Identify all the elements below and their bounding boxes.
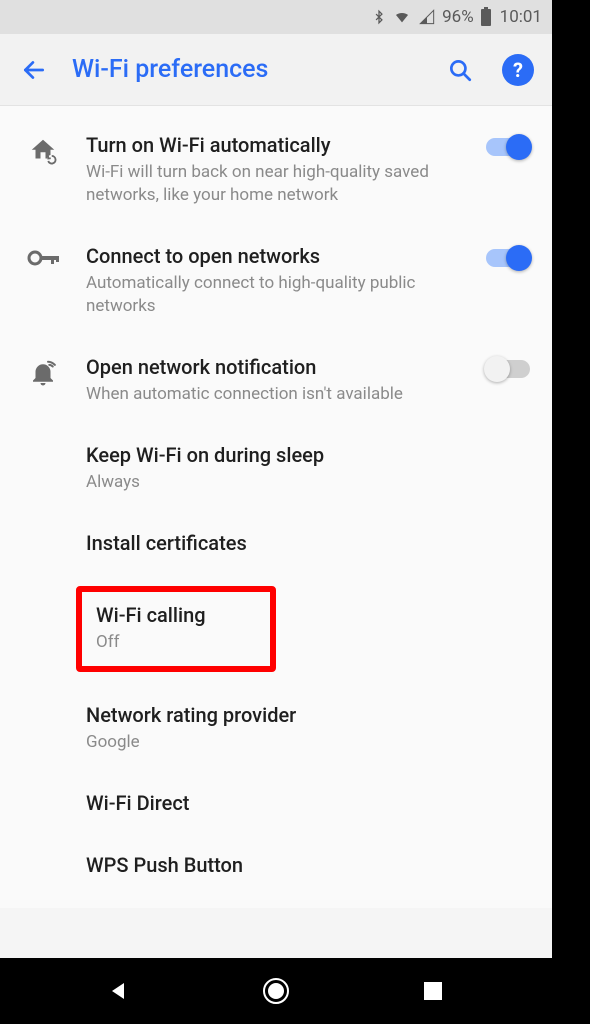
help-button[interactable]: ? <box>498 50 538 90</box>
toggle-open-networks[interactable] <box>486 249 530 267</box>
setting-install-certificates[interactable]: Install certificates <box>0 512 552 574</box>
setting-title: Connect to open networks <box>86 243 472 269</box>
bell-wifi-icon <box>0 354 86 388</box>
setting-wps-push[interactable]: WPS Push Button <box>0 834 552 908</box>
setting-title: Install certificates <box>86 530 472 556</box>
phone-frame: 96% 10:01 Wi-Fi preferences ? <box>0 0 552 1024</box>
nav-home-button[interactable] <box>252 967 300 1015</box>
app-bar: Wi-Fi preferences ? <box>0 34 552 106</box>
setting-title: Open network notification <box>86 354 472 380</box>
setting-wifi-direct[interactable]: Wi-Fi Direct <box>0 772 552 834</box>
setting-title: Turn on Wi-Fi automatically <box>86 132 472 158</box>
wifi-icon <box>392 9 412 25</box>
setting-rating-provider[interactable]: Network rating provider Google <box>0 684 552 772</box>
nav-back-button[interactable] <box>95 967 143 1015</box>
toggle-open-notification[interactable] <box>486 360 530 378</box>
setting-title: WPS Push Button <box>86 852 472 878</box>
setting-wifi-calling[interactable]: Wi-Fi calling Off <box>0 574 552 684</box>
setting-subtitle: When automatic connection isn't availabl… <box>86 383 472 406</box>
back-button[interactable] <box>14 50 54 90</box>
setting-title: Keep Wi-Fi on during sleep <box>86 442 472 468</box>
setting-auto-wifi[interactable]: Turn on Wi-Fi automatically Wi-Fi will t… <box>0 114 552 225</box>
setting-subtitle: Off <box>96 631 256 654</box>
setting-title: Wi-Fi calling <box>96 602 256 628</box>
setting-open-networks[interactable]: Connect to open networks Automatically c… <box>0 225 552 336</box>
setting-subtitle: Automatically connect to high-quality pu… <box>86 272 472 318</box>
bluetooth-icon <box>372 7 386 27</box>
help-icon: ? <box>502 54 534 86</box>
toggle-auto-wifi[interactable] <box>486 138 530 156</box>
battery-percentage: 96% <box>442 7 474 27</box>
cell-signal-icon <box>418 9 436 25</box>
clock: 10:01 <box>500 7 542 27</box>
setting-open-notification[interactable]: Open network notification When automatic… <box>0 336 552 424</box>
highlight-box: Wi-Fi calling Off <box>76 586 276 672</box>
nav-recent-button[interactable] <box>409 967 457 1015</box>
key-icon <box>0 243 86 269</box>
page-title: Wi-Fi preferences <box>72 55 422 84</box>
setting-subtitle: Always <box>86 471 472 494</box>
navigation-bar <box>0 958 552 1024</box>
status-bar: 96% 10:01 <box>0 0 552 34</box>
search-button[interactable] <box>440 50 480 90</box>
setting-title: Network rating provider <box>86 702 472 728</box>
setting-subtitle: Google <box>86 731 472 754</box>
settings-list: Turn on Wi-Fi automatically Wi-Fi will t… <box>0 106 552 908</box>
setting-subtitle: Wi-Fi will turn back on near high-qualit… <box>86 161 472 207</box>
setting-title: Wi-Fi Direct <box>86 790 472 816</box>
setting-wifi-sleep[interactable]: Keep Wi-Fi on during sleep Always <box>0 424 552 512</box>
battery-icon <box>480 7 492 27</box>
device-bezel <box>552 0 590 1024</box>
home-refresh-icon <box>0 132 86 166</box>
